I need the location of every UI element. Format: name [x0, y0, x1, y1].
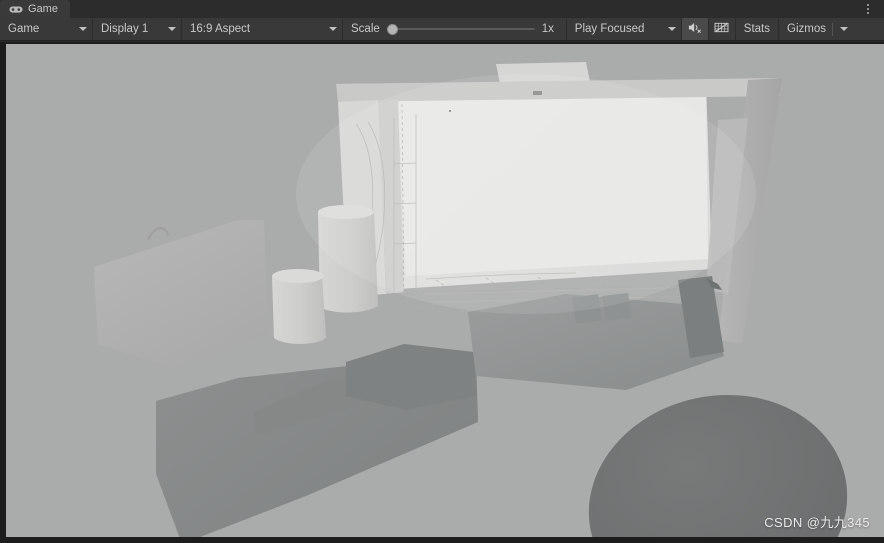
game-view-toolbar: Game Display 1 16:9 Aspect Scale 1x Play…	[0, 18, 884, 41]
play-mode-dropdown[interactable]: Play Focused	[567, 18, 681, 40]
display-selector-value: Display 1	[101, 23, 149, 35]
tab-game[interactable]: Game	[0, 0, 70, 18]
stats-button-label: Stats	[743, 23, 770, 35]
gamepad-icon	[9, 5, 23, 14]
scale-label: Scale	[351, 23, 380, 35]
scale-control[interactable]: Scale 1x	[343, 18, 566, 40]
aspect-ratio-dropdown[interactable]: 16:9 Aspect	[182, 18, 342, 40]
gizmos-button[interactable]: Gizmos	[779, 18, 855, 40]
rendered-3d-scene	[6, 44, 884, 537]
mute-audio-button[interactable]	[681, 18, 708, 40]
view-selector-value: Game	[8, 23, 40, 35]
display-selector-dropdown[interactable]: Display 1	[93, 18, 181, 40]
game-viewport-container: CSDN @九九345	[0, 42, 884, 543]
tab-game-label: Game	[28, 3, 58, 15]
play-mode-value: Play Focused	[574, 23, 645, 35]
chevron-down-icon	[79, 27, 87, 31]
scale-slider-handle[interactable]	[386, 23, 398, 35]
gizmo-grid-toggle-button[interactable]	[708, 18, 735, 40]
stats-button[interactable]: Stats	[736, 18, 778, 40]
game-render-view[interactable]: CSDN @九九345	[6, 44, 884, 537]
gizmos-button-label: Gizmos	[787, 23, 826, 35]
scale-slider[interactable]	[386, 22, 535, 36]
gizmos-dropdown-button[interactable]	[833, 27, 855, 31]
chevron-down-icon	[667, 27, 676, 31]
chevron-down-icon	[168, 27, 176, 31]
scale-value: 1x	[541, 23, 554, 35]
chevron-down-icon	[329, 27, 337, 31]
chevron-down-icon	[839, 27, 848, 31]
aspect-ratio-value: 16:9 Aspect	[190, 23, 251, 35]
editor-tab-bar: Game	[0, 0, 884, 18]
view-selector-dropdown[interactable]: Game	[0, 18, 92, 40]
scale-slider-track	[386, 28, 535, 30]
kebab-menu-icon[interactable]	[858, 0, 878, 18]
mute-audio-icon	[687, 21, 702, 37]
gizmo-grid-icon	[714, 21, 729, 37]
